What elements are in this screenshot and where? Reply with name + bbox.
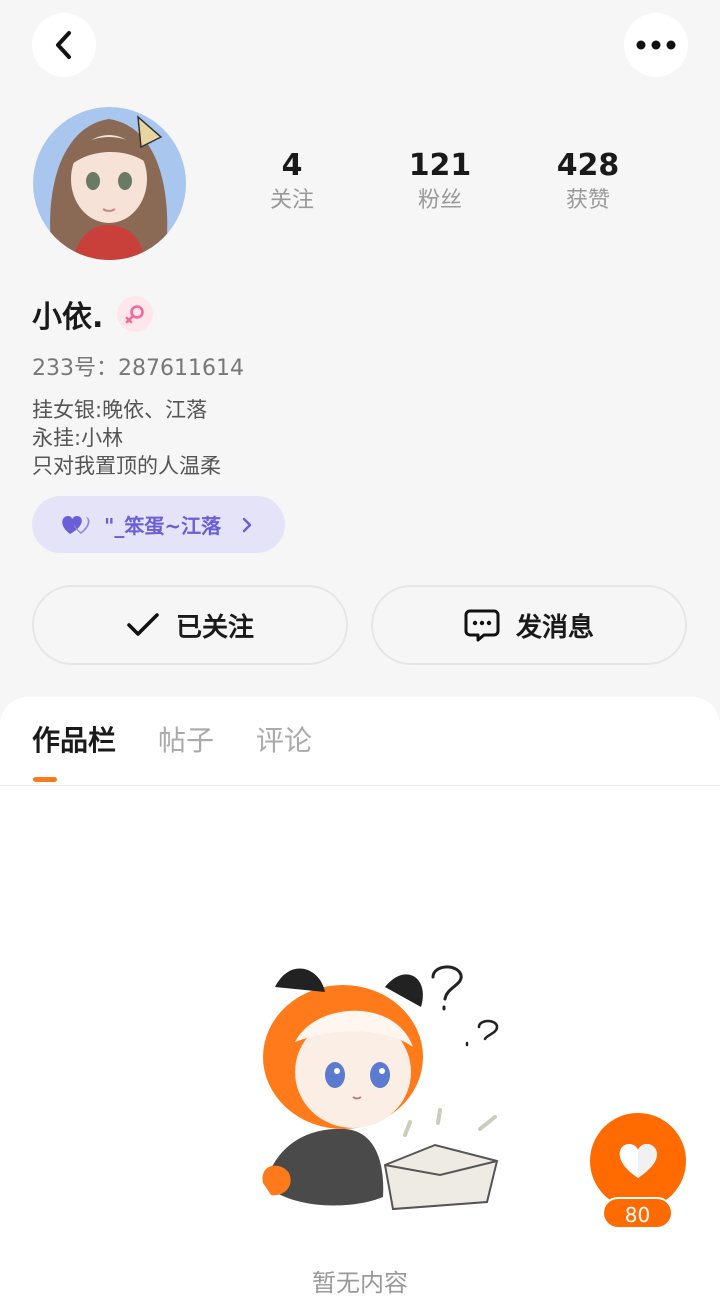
avatar[interactable] [33,107,186,260]
active-tab-indicator [33,777,57,782]
double-heart-icon [62,515,90,534]
like-floating-button[interactable] [590,1113,686,1209]
chat-bubble-icon [464,609,500,642]
stat-likes[interactable]: 428 获赞 [528,148,648,214]
stat-followers[interactable]: 121 粉丝 [380,148,500,214]
heart-icon [619,1144,657,1178]
tab-posts[interactable]: 帖子 [158,719,214,759]
send-message-label: 发消息 [515,612,594,643]
followers-count: 121 [408,148,472,183]
chevron-right-icon [242,517,252,532]
stat-following[interactable]: 4 关注 [232,148,352,214]
check-icon [127,613,159,636]
likes-label: 获赞 [565,188,610,213]
empty-state-text: 暂无内容 [312,1269,408,1297]
chevron-left-icon [56,31,71,59]
bio: 挂女银:晚依、江落 永挂:小林 只对我置顶的人温柔 [32,396,221,480]
relation-tag[interactable]: "_笨蛋~江落 [32,496,285,553]
uid-row: 233号：287611614 [32,350,244,382]
following-count: 4 [281,148,303,183]
like-count-badge: 80 [602,1197,673,1229]
female-gender-icon [117,296,154,332]
divider [0,785,720,786]
user-name: 小依. [32,300,104,335]
uid-label: 233号： [32,356,118,381]
bio-line: 挂女银:晚依、江落 [32,398,208,422]
likes-count: 428 [556,148,620,183]
name-row: 小依. [32,292,154,336]
tab-works[interactable]: 作品栏 [32,719,116,759]
relation-tag-label: "_笨蛋~江落 [104,514,222,538]
followers-label: 粉丝 [417,188,462,213]
bio-line: 永挂:小林 [32,426,124,450]
followed-button[interactable]: 已关注 [32,585,348,665]
more-dots-icon [636,40,676,50]
send-message-button[interactable]: 发消息 [371,585,687,665]
uid-value: 287611614 [118,356,244,381]
back-button[interactable] [32,13,96,77]
following-label: 关注 [269,188,314,213]
tab-bar: 作品栏 帖子 评论 [32,719,354,759]
bio-line: 只对我置顶的人温柔 [32,454,221,478]
more-button[interactable] [624,13,688,77]
empty-state-illustration [262,965,499,1211]
followed-label: 已关注 [175,612,254,643]
tab-comments[interactable]: 评论 [256,719,312,759]
